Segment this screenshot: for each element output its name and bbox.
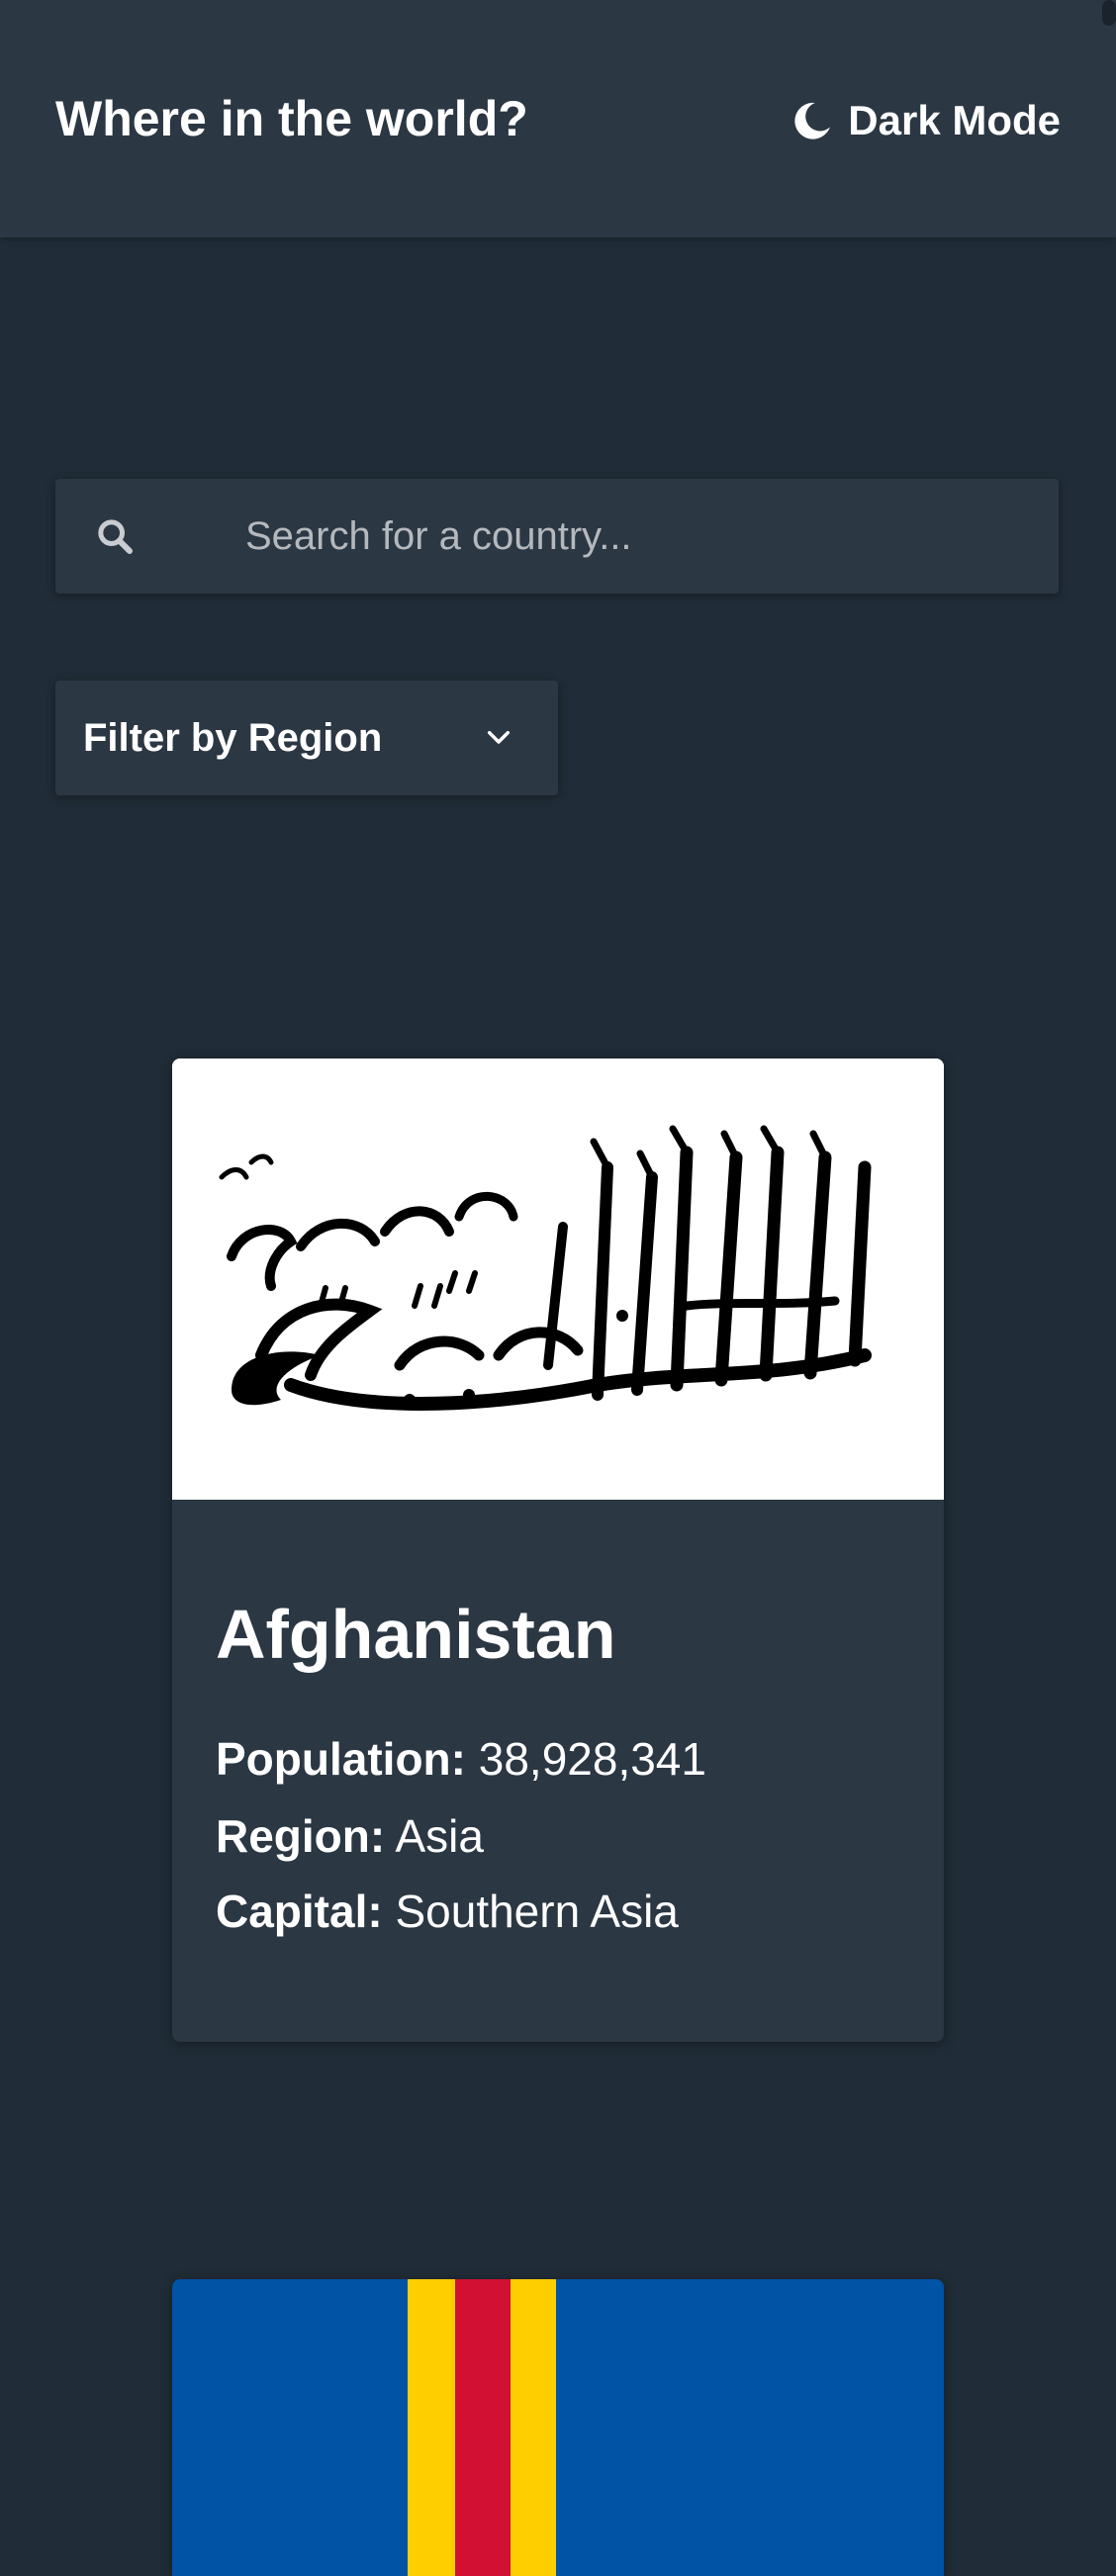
afghanistan-flag (172, 1058, 944, 1500)
region-label: Region: (216, 1810, 386, 1862)
dark-mode-label: Dark Mode (848, 97, 1061, 143)
flag-cross-red (455, 2279, 511, 2576)
region-filter-dropdown[interactable]: Filter by Region (55, 681, 558, 795)
region-value: Asia (395, 1810, 484, 1862)
chevron-down-icon (487, 730, 511, 744)
app-header: Where in the world? Dark Mode (0, 0, 1116, 237)
app-title: Where in the world? (55, 91, 528, 146)
region-row: Region: Asia (216, 1806, 484, 1866)
capital-label: Capital: (216, 1886, 383, 1937)
country-name: Afghanistan (216, 1596, 616, 1673)
country-card[interactable] (172, 2279, 944, 2576)
population-label: Population: (216, 1733, 466, 1785)
search-box[interactable] (55, 479, 1059, 594)
population-value: 38,928,341 (478, 1733, 706, 1785)
capital-row: Capital: Southern Asia (216, 1882, 679, 1941)
scrollbar-thumb[interactable] (1102, 0, 1116, 26)
region-filter-label: Filter by Region (83, 716, 383, 760)
population-row: Population: 38,928,341 (216, 1729, 706, 1789)
search-input[interactable] (188, 479, 1019, 594)
moon-icon (794, 102, 831, 139)
dark-mode-toggle[interactable]: Dark Mode (790, 91, 1061, 150)
capital-value: Southern Asia (395, 1886, 679, 1937)
search-icon (98, 519, 133, 554)
afghanistan-flag-icon (172, 1058, 944, 1500)
